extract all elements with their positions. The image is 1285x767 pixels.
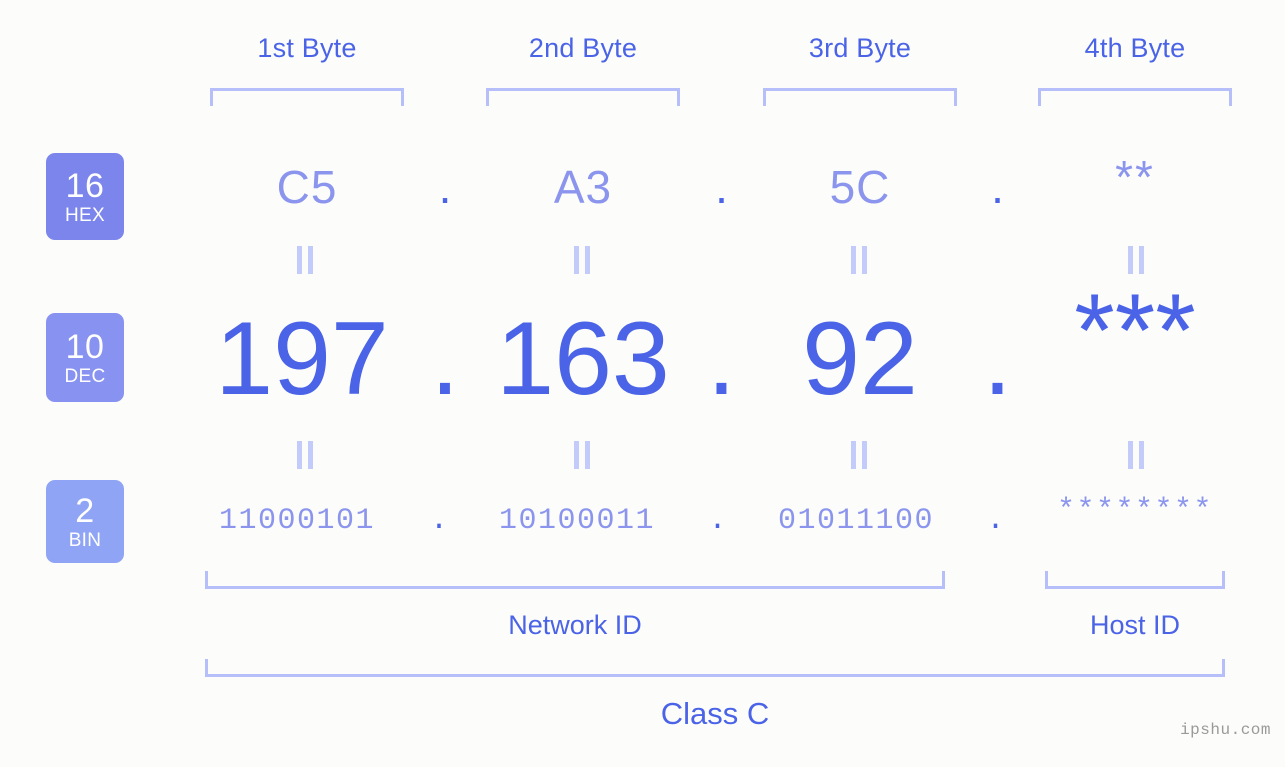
base-badge-bin-abbr: BIN xyxy=(68,529,102,551)
dec-separator-1: . xyxy=(430,301,460,417)
dec-byte-4: *** xyxy=(1074,273,1196,389)
class-label: Class C xyxy=(660,696,770,731)
base-badge-bin: 2 BIN xyxy=(46,480,124,563)
byte-bracket-3 xyxy=(763,88,957,106)
dec-separator-3: . xyxy=(983,301,1012,417)
host-id-bracket xyxy=(1045,571,1225,589)
host-id-label: Host ID xyxy=(1089,610,1181,640)
ip-address-diagram: 1st Byte 2nd Byte 3rd Byte 4th Byte 16 H… xyxy=(0,0,1285,767)
bin-byte-1: 11000101 xyxy=(218,504,376,538)
base-badge-bin-number: 2 xyxy=(75,491,95,530)
base-badge-dec-abbr: DEC xyxy=(64,365,106,387)
equals-mark-dec-bin-4 xyxy=(1126,441,1146,469)
hex-byte-2: A3 xyxy=(553,161,613,213)
equals-mark-hex-dec-1 xyxy=(295,246,315,274)
byte-header-3: 3rd Byte xyxy=(808,33,912,63)
byte-bracket-4 xyxy=(1038,88,1232,106)
base-badge-hex-abbr: HEX xyxy=(65,204,105,226)
equals-mark-dec-bin-2 xyxy=(572,441,592,469)
base-badge-dec-number: 10 xyxy=(65,327,105,366)
dec-byte-2: 163 xyxy=(496,301,670,417)
hex-byte-4: ** xyxy=(1115,151,1155,203)
base-badge-hex-number: 16 xyxy=(65,166,105,205)
bin-separator-1: . xyxy=(429,504,448,538)
byte-bracket-2 xyxy=(486,88,680,106)
equals-mark-hex-dec-3 xyxy=(849,246,869,274)
hex-separator-1: . xyxy=(438,161,452,213)
equals-mark-hex-dec-4 xyxy=(1126,246,1146,274)
hex-separator-3: . xyxy=(991,161,1004,213)
byte-bracket-1 xyxy=(210,88,404,106)
bin-separator-3: . xyxy=(986,504,1005,538)
hex-byte-1: C5 xyxy=(276,161,338,213)
base-badge-hex: 16 HEX xyxy=(46,153,124,240)
byte-header-1: 1st Byte xyxy=(257,33,357,63)
dec-byte-3: 92 xyxy=(802,301,918,417)
network-id-label: Network ID xyxy=(508,610,642,640)
byte-header-2: 2nd Byte xyxy=(528,33,638,63)
bin-byte-3: 01011100 xyxy=(777,504,935,538)
dec-separator-2: . xyxy=(707,301,736,417)
base-badge-dec: 10 DEC xyxy=(46,313,124,402)
dec-byte-1: 197 xyxy=(215,301,389,417)
hex-byte-3: 5C xyxy=(829,161,891,213)
bin-byte-2: 10100011 xyxy=(498,504,656,538)
equals-mark-dec-bin-1 xyxy=(295,441,315,469)
byte-header-4: 4th Byte xyxy=(1084,33,1186,63)
bin-separator-2: . xyxy=(708,504,727,538)
site-watermark: ipshu.com xyxy=(1180,721,1271,739)
bin-byte-4: ******** xyxy=(1056,494,1214,528)
network-id-bracket xyxy=(205,571,945,589)
equals-mark-hex-dec-2 xyxy=(572,246,592,274)
hex-separator-2: . xyxy=(715,161,728,213)
equals-mark-dec-bin-3 xyxy=(849,441,869,469)
class-bracket xyxy=(205,659,1225,677)
